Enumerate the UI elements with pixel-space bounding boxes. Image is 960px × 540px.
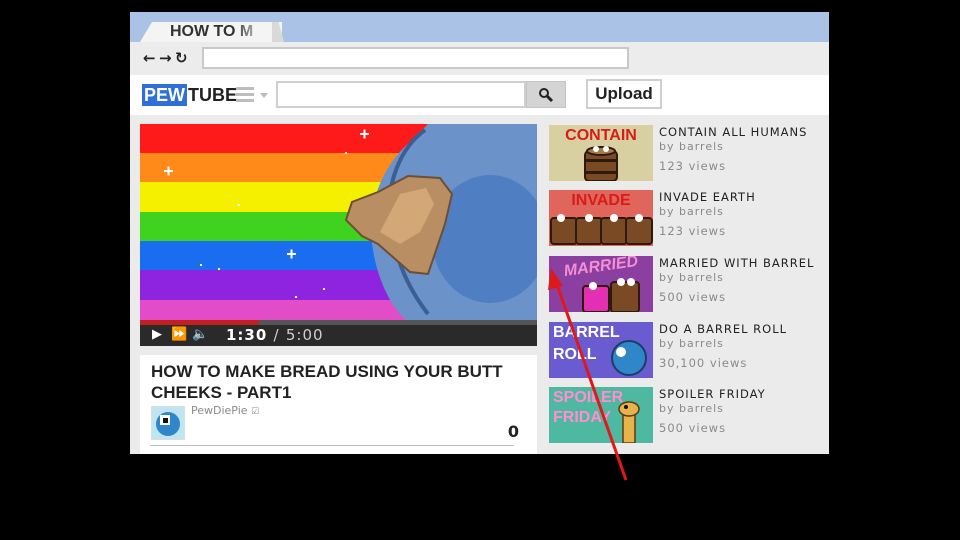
volume-icon[interactable]: 🔈: [192, 327, 208, 343]
tab-strip: HOW TO M: [130, 12, 829, 42]
search-icon: [539, 88, 554, 103]
browser-tab[interactable]: HOW TO M: [140, 22, 282, 42]
recommended-views: 123 views: [659, 224, 727, 238]
browser-window: HOW TO M ← → ↻ PEW TUBE Upload ▶ ⏩ 🔈 1:3…: [130, 12, 829, 454]
recommended-title[interactable]: INVADE EARTH: [659, 190, 756, 204]
recommended-views: 500 views: [659, 421, 727, 435]
logo-pew: PEW: [142, 84, 188, 106]
barrel-icon: [550, 214, 653, 245]
browser-toolbar: ← → ↻: [130, 42, 829, 75]
search-input[interactable]: [276, 81, 526, 108]
recommended-title[interactable]: CONTAIN ALL HUMANS: [659, 125, 807, 139]
address-bar[interactable]: [202, 47, 629, 69]
video-thumbnail[interactable]: INVADE: [549, 190, 653, 246]
video-thumbnail[interactable]: SPOILER FRIDAY: [549, 387, 653, 443]
video-thumbnail[interactable]: MARRIED: [549, 256, 653, 312]
video-title: HOW TO MAKE BREAD USING YOUR BUTT CHEEKS…: [151, 362, 503, 402]
avatar[interactable]: [151, 406, 185, 440]
list-item[interactable]: BARREL ROLL DO A BARREL ROLL by barrels …: [549, 322, 829, 380]
list-item[interactable]: SPOILER FRIDAY SPOILER FRIDAY by barrels…: [549, 387, 829, 445]
play-icon[interactable]: ▶: [152, 327, 162, 343]
video-thumbnail[interactable]: CONTAIN: [549, 125, 653, 181]
site-header: PEW TUBE Upload: [130, 75, 829, 115]
barrel-icon: [584, 146, 618, 181]
list-item[interactable]: MARRIED MARRIED WITH BARREL by barrels 5…: [549, 256, 829, 314]
barrel-icon: [582, 278, 640, 312]
duration: 5:00: [285, 326, 324, 344]
recommended-title[interactable]: SPOILER FRIDAY: [659, 387, 766, 401]
menu-icon[interactable]: [236, 87, 256, 103]
upload-button[interactable]: Upload: [586, 79, 662, 109]
giraffe-icon: [618, 401, 640, 443]
logo-tube: TUBE: [188, 85, 238, 105]
time-separator: /: [273, 326, 280, 344]
verified-icon: ☑: [251, 407, 260, 417]
fast-forward-icon[interactable]: ⏩: [171, 327, 187, 343]
recommended-views: 500 views: [659, 290, 727, 304]
recommended-author: by barrels: [659, 402, 724, 415]
barrel-icon: [611, 340, 647, 376]
recommended-author: by barrels: [659, 271, 724, 284]
new-tab-button[interactable]: [272, 22, 284, 42]
back-arrow-icon[interactable]: ←: [143, 50, 156, 66]
divider: [150, 445, 514, 446]
recommended-author: by barrels: [659, 205, 724, 218]
video-player[interactable]: ▶ ⏩ 🔈 1:30 / 5:00: [140, 124, 537, 346]
view-count: 0: [507, 422, 519, 441]
list-item[interactable]: CONTAIN CONTAIN ALL HUMANS by barrels 12…: [549, 125, 829, 183]
page-content: ▶ ⏩ 🔈 1:30 / 5:00 HOW TO MAKE BREAD USIN…: [130, 115, 829, 454]
reload-icon[interactable]: ↻: [175, 50, 188, 66]
channel-name[interactable]: PewDiePie ☑: [191, 404, 259, 417]
channel-label: PewDiePie: [191, 404, 248, 417]
recommended-title[interactable]: MARRIED WITH BARREL: [659, 256, 814, 270]
list-item[interactable]: INVADE INVADE EARTH by barrels 123 views: [549, 190, 829, 248]
recommended-author: by barrels: [659, 337, 724, 350]
pewtube-logo[interactable]: PEW TUBE: [142, 84, 237, 106]
barrel-avatar-icon: [152, 407, 184, 439]
player-controls: ▶ ⏩ 🔈 1:30 / 5:00: [140, 325, 537, 346]
recommended-list: CONTAIN CONTAIN ALL HUMANS by barrels 12…: [549, 125, 829, 454]
search-button[interactable]: [526, 81, 566, 108]
video-info: HOW TO MAKE BREAD USING YOUR BUTT CHEEKS…: [140, 355, 537, 454]
time-display: 1:30 / 5:00: [226, 326, 324, 344]
forward-arrow-icon[interactable]: →: [159, 50, 172, 66]
current-time: 1:30: [226, 326, 268, 344]
chevron-down-icon[interactable]: [260, 93, 268, 98]
recommended-views: 123 views: [659, 159, 727, 173]
recommended-author: by barrels: [659, 140, 724, 153]
recommended-title[interactable]: DO A BARREL ROLL: [659, 322, 787, 336]
video-frame[interactable]: [140, 124, 537, 320]
recommended-views: 30,100 views: [659, 356, 748, 370]
video-thumbnail[interactable]: BARREL ROLL: [549, 322, 653, 378]
